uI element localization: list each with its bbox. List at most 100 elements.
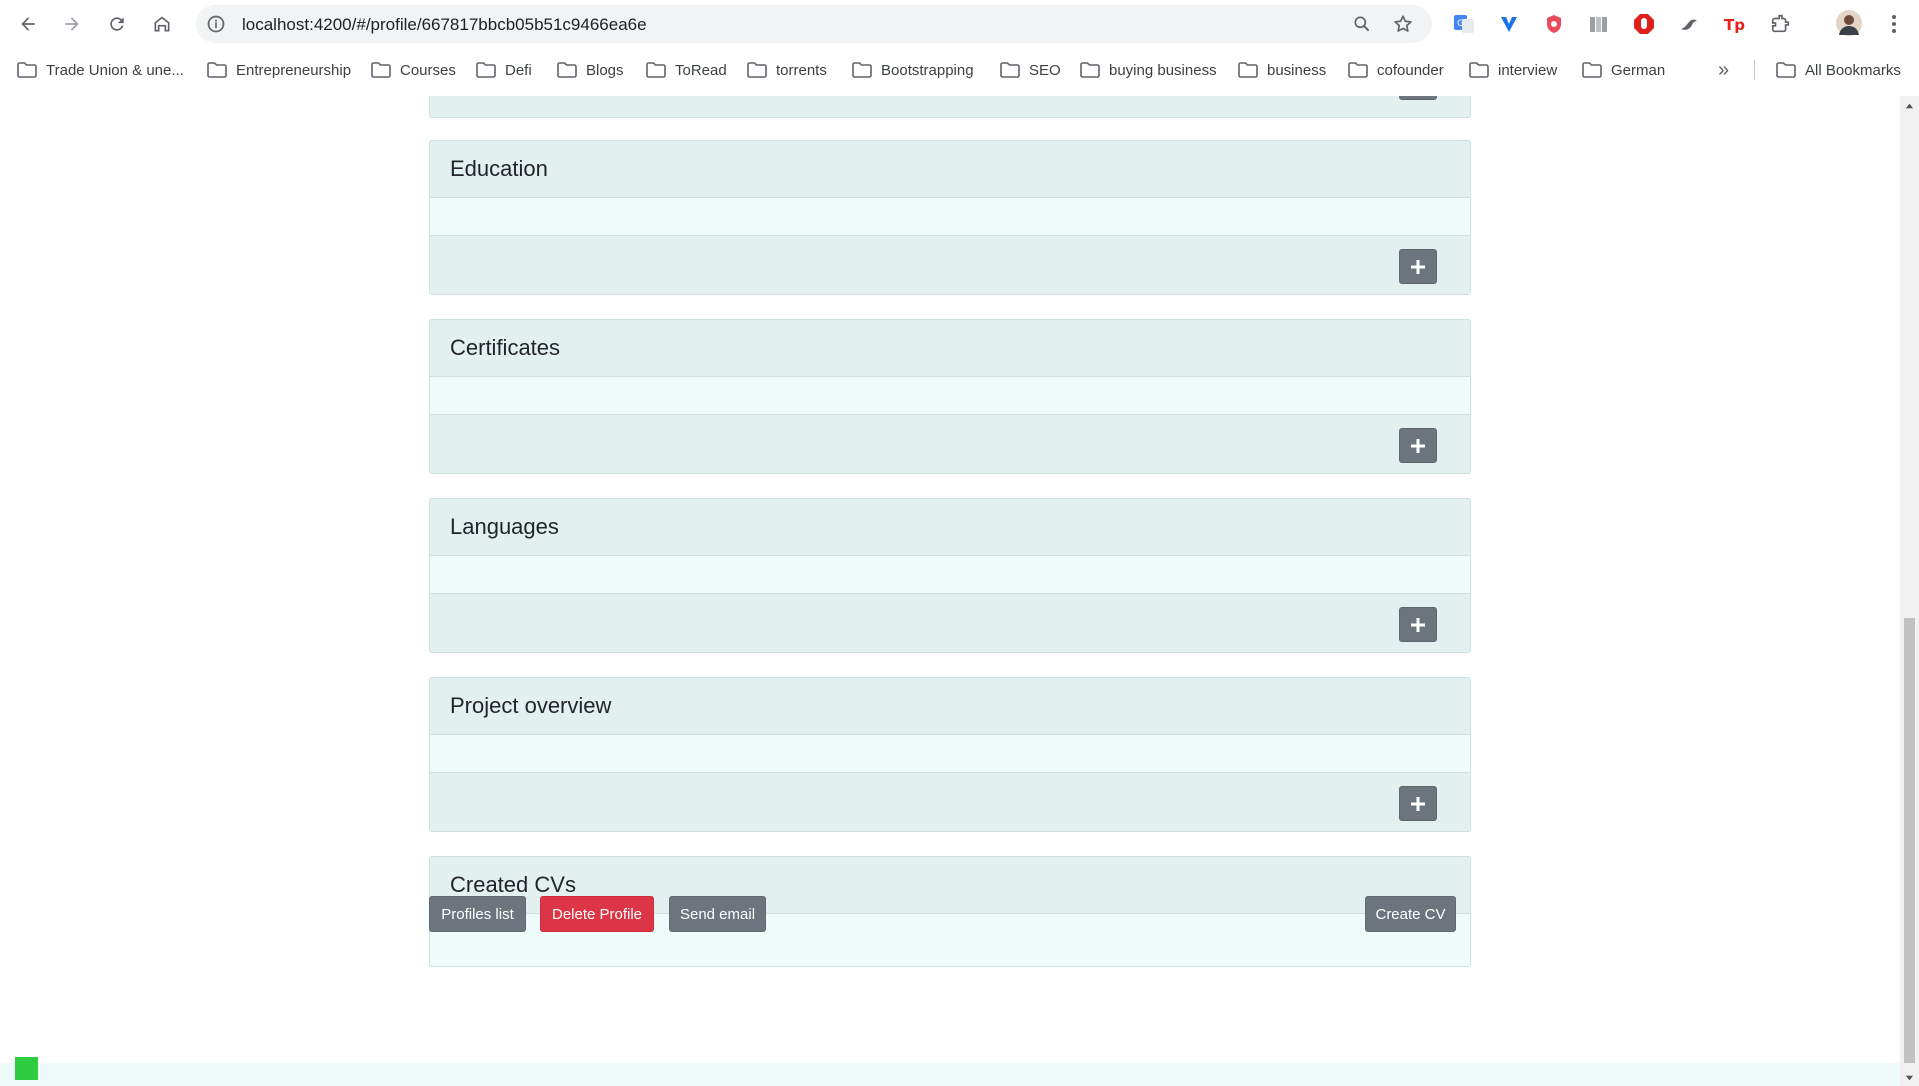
bookmarks-divider: [1754, 60, 1755, 80]
bookmark-folder[interactable]: Bootstrapping: [852, 58, 974, 82]
folder-icon: [1080, 62, 1100, 78]
section-footer: [430, 773, 1470, 831]
bookmark-folder[interactable]: interview: [1469, 58, 1557, 82]
folder-icon: [852, 62, 872, 78]
bookmark-label: cofounder: [1377, 61, 1444, 79]
section-title: Education: [430, 141, 1470, 198]
add-language-button[interactable]: [1399, 607, 1437, 642]
plus-icon: [1411, 438, 1425, 453]
bookmark-label: Bootstrapping: [881, 61, 974, 79]
back-button[interactable]: [12, 8, 44, 40]
bookmark-label: business: [1267, 61, 1327, 79]
zoom-icon[interactable]: [1351, 13, 1373, 35]
profiles-list-button[interactable]: Profiles list: [429, 896, 526, 932]
tp-extension-icon[interactable]: Tp: [1723, 13, 1745, 35]
section-title: Certificates: [430, 320, 1470, 377]
bookmark-label: Trade Union & une...: [46, 61, 184, 79]
profile-avatar[interactable]: [1836, 10, 1862, 36]
education-card: Education: [429, 140, 1471, 295]
shield-extension-icon[interactable]: [1543, 13, 1565, 35]
section-footer: [430, 594, 1470, 652]
plus-icon: [1411, 259, 1425, 274]
bookmark-folder[interactable]: business: [1238, 58, 1326, 82]
section-title: Project overview: [430, 678, 1470, 735]
bookmark-folder[interactable]: Defi: [476, 58, 532, 82]
bookmark-folder[interactable]: cofounder: [1348, 58, 1444, 82]
section-body: [430, 377, 1470, 415]
add-button[interactable]: [1399, 96, 1437, 100]
bookmark-label: ToRead: [675, 61, 727, 79]
add-project-button[interactable]: [1399, 786, 1437, 821]
delete-profile-button[interactable]: Delete Profile: [540, 896, 654, 932]
section-body: [430, 735, 1470, 773]
bookmark-folder[interactable]: Courses: [371, 58, 456, 82]
previous-section-card: [429, 96, 1471, 118]
bookmarks-bar: Trade Union & une... Entrepreneurship Co…: [0, 50, 1919, 90]
forward-button[interactable]: [56, 8, 88, 40]
folder-icon: [207, 62, 227, 78]
add-certificate-button[interactable]: [1399, 428, 1437, 463]
bookmark-label: Defi: [505, 61, 532, 79]
arrow-left-icon: [21, 17, 35, 31]
bookmark-folder[interactable]: ToRead: [646, 58, 727, 82]
plus-icon: [1411, 617, 1425, 632]
bookmark-folder[interactable]: SEO: [1000, 58, 1061, 82]
scroll-up-arrow-icon[interactable]: [1904, 101, 1915, 112]
bookmark-folder[interactable]: buying business: [1080, 58, 1217, 82]
v-extension-icon[interactable]: [1498, 13, 1520, 35]
send-email-button[interactable]: Send email: [669, 896, 766, 932]
folder-icon: [646, 62, 666, 78]
extensions-puzzle-icon[interactable]: [1770, 13, 1792, 35]
reload-button[interactable]: [101, 8, 133, 40]
folder-icon: [557, 62, 577, 78]
bird-extension-icon[interactable]: [1678, 13, 1700, 35]
svg-text:G: G: [1457, 19, 1464, 29]
bookmark-label: German: [1611, 61, 1666, 79]
folder-icon: [17, 62, 37, 78]
svg-text:Tp: Tp: [1724, 16, 1745, 34]
bookmark-label: interview: [1498, 61, 1558, 79]
create-cv-button[interactable]: Create CV: [1365, 896, 1456, 932]
folder-icon: [371, 62, 391, 78]
more-menu-icon[interactable]: [1883, 13, 1905, 35]
address-bar[interactable]: localhost:4200/#/profile/667817bbcb05b51…: [196, 5, 1432, 43]
section-footer: [430, 236, 1470, 294]
languages-card: Languages: [429, 498, 1471, 653]
scrollbar-thumb[interactable]: [1904, 618, 1915, 1063]
scroll-down-arrow-icon[interactable]: [1904, 1072, 1915, 1083]
plus-icon: [1411, 796, 1425, 811]
bookmark-folder[interactable]: torrents: [747, 58, 827, 82]
stop-extension-icon[interactable]: [1633, 13, 1655, 35]
bookmarks-overflow-chevron-icon[interactable]: »: [1718, 58, 1729, 82]
arrow-right-icon: [65, 17, 79, 31]
section-title: Languages: [430, 499, 1470, 556]
home-icon: [154, 16, 170, 32]
bookmark-star-icon[interactable]: [1392, 13, 1414, 35]
google-translate-icon[interactable]: G: [1453, 13, 1475, 35]
bookmark-label: buying business: [1109, 61, 1217, 79]
browser-toolbar: localhost:4200/#/profile/667817bbcb05b51…: [0, 0, 1919, 48]
bookmark-folder[interactable]: Blogs: [557, 58, 624, 82]
bookmark-label: SEO: [1029, 61, 1061, 79]
add-education-button[interactable]: [1399, 249, 1437, 284]
reader-extension-icon[interactable]: [1588, 13, 1610, 35]
bookmark-folder[interactable]: German: [1582, 58, 1665, 82]
folder-icon: [1238, 62, 1258, 78]
folder-icon: [747, 62, 767, 78]
section-body: [430, 556, 1470, 594]
page-viewport: Education Certificates Languages Project…: [0, 96, 1900, 1086]
folder-icon: [1000, 62, 1020, 78]
site-info-icon[interactable]: [204, 12, 228, 36]
bookmark-folder[interactable]: Trade Union & une...: [17, 58, 184, 82]
home-button[interactable]: [146, 8, 178, 40]
url-text[interactable]: localhost:4200/#/profile/667817bbcb05b51…: [242, 15, 647, 35]
bookmark-folder[interactable]: Entrepreneurship: [207, 58, 351, 82]
bookmark-label: Entrepreneurship: [236, 61, 352, 79]
certificates-card: Certificates: [429, 319, 1471, 474]
section-body: [430, 198, 1470, 236]
all-bookmarks-folder[interactable]: All Bookmarks: [1776, 58, 1901, 82]
bookmark-label: All Bookmarks: [1805, 61, 1901, 79]
bookmark-label: Blogs: [586, 61, 624, 79]
folder-icon: [1348, 62, 1368, 78]
bookmark-label: Courses: [400, 61, 456, 79]
